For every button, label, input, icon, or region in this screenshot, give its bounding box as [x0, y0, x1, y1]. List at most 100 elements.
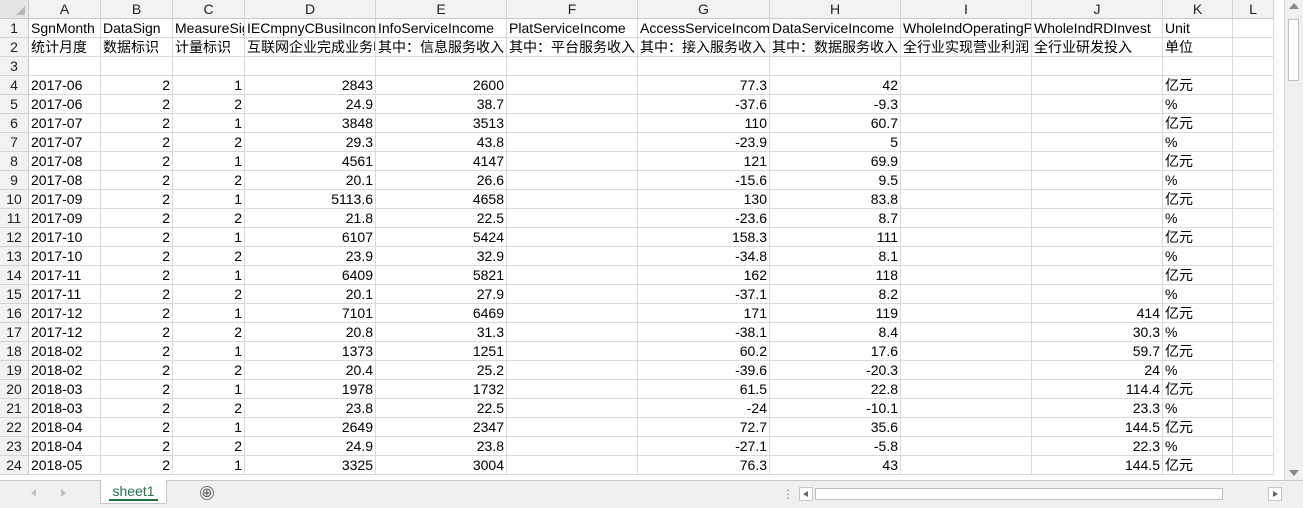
- row-header-5[interactable]: 5: [0, 95, 29, 114]
- cell-i14[interactable]: [901, 266, 1032, 285]
- cell-h5[interactable]: -9.3: [770, 95, 901, 114]
- next-sheet-icon[interactable]: [61, 489, 66, 497]
- cell-d9[interactable]: 20.1: [245, 171, 376, 190]
- row-header-17[interactable]: 17: [0, 323, 29, 342]
- cell-f6[interactable]: [507, 114, 638, 133]
- cell-e3[interactable]: [376, 57, 507, 76]
- row-header-8[interactable]: 8: [0, 152, 29, 171]
- cell-k20[interactable]: 亿元: [1163, 380, 1233, 399]
- cell-d20[interactable]: 1978: [245, 380, 376, 399]
- cell-i15[interactable]: [901, 285, 1032, 304]
- row-header-10[interactable]: 10: [0, 190, 29, 209]
- cell-c18[interactable]: 1: [173, 342, 245, 361]
- cell-b13[interactable]: 2: [101, 247, 173, 266]
- cell-l13[interactable]: [1233, 247, 1274, 266]
- cell-k17[interactable]: %: [1163, 323, 1233, 342]
- cell-f8[interactable]: [507, 152, 638, 171]
- cell-a14[interactable]: 2017-11: [29, 266, 101, 285]
- cell-e5[interactable]: 38.7: [376, 95, 507, 114]
- spreadsheet-grid[interactable]: ABCDEFGHIJKL 1SgnMonthDataSignMeasureSig…: [0, 0, 1303, 480]
- cell-e19[interactable]: 25.2: [376, 361, 507, 380]
- cell-b14[interactable]: 2: [101, 266, 173, 285]
- cell-c9[interactable]: 2: [173, 171, 245, 190]
- column-header-l[interactable]: L: [1233, 0, 1274, 19]
- cell-h7[interactable]: 5: [770, 133, 901, 152]
- cell-a20[interactable]: 2018-03: [29, 380, 101, 399]
- cell-i2[interactable]: 全行业实现营业利润: [901, 38, 1032, 57]
- add-sheet-icon[interactable]: ⊕: [200, 486, 214, 500]
- cell-d17[interactable]: 20.8: [245, 323, 376, 342]
- cell-e23[interactable]: 23.8: [376, 437, 507, 456]
- cell-e12[interactable]: 5424: [376, 228, 507, 247]
- cell-k12[interactable]: 亿元: [1163, 228, 1233, 247]
- column-header-h[interactable]: H: [770, 0, 901, 19]
- cell-g23[interactable]: -27.1: [638, 437, 770, 456]
- cell-j21[interactable]: 23.3: [1032, 399, 1163, 418]
- cell-f13[interactable]: [507, 247, 638, 266]
- cell-b21[interactable]: 2: [101, 399, 173, 418]
- cell-b7[interactable]: 2: [101, 133, 173, 152]
- row-header-11[interactable]: 11: [0, 209, 29, 228]
- row-header-6[interactable]: 6: [0, 114, 29, 133]
- cell-g24[interactable]: 76.3: [638, 456, 770, 475]
- cell-e11[interactable]: 22.5: [376, 209, 507, 228]
- cell-k11[interactable]: %: [1163, 209, 1233, 228]
- cell-d22[interactable]: 2649: [245, 418, 376, 437]
- tab-sheet1[interactable]: sheet1: [100, 480, 167, 504]
- cell-h23[interactable]: -5.8: [770, 437, 901, 456]
- column-header-c[interactable]: C: [173, 0, 245, 19]
- row-header-19[interactable]: 19: [0, 361, 29, 380]
- scroll-up-icon[interactable]: [1289, 3, 1299, 9]
- cell-g6[interactable]: 110: [638, 114, 770, 133]
- cell-k13[interactable]: %: [1163, 247, 1233, 266]
- column-header-i[interactable]: I: [901, 0, 1032, 19]
- cell-g5[interactable]: -37.6: [638, 95, 770, 114]
- cell-f18[interactable]: [507, 342, 638, 361]
- cell-b10[interactable]: 2: [101, 190, 173, 209]
- cell-k6[interactable]: 亿元: [1163, 114, 1233, 133]
- row-header-22[interactable]: 22: [0, 418, 29, 437]
- cell-d8[interactable]: 4561: [245, 152, 376, 171]
- cell-b19[interactable]: 2: [101, 361, 173, 380]
- cell-k21[interactable]: %: [1163, 399, 1233, 418]
- cell-j8[interactable]: [1032, 152, 1163, 171]
- cell-g17[interactable]: -38.1: [638, 323, 770, 342]
- row-header-4[interactable]: 4: [0, 76, 29, 95]
- horizontal-scrollbar[interactable]: [799, 487, 1282, 501]
- cell-h6[interactable]: 60.7: [770, 114, 901, 133]
- cell-a23[interactable]: 2018-04: [29, 437, 101, 456]
- cell-d16[interactable]: 7101: [245, 304, 376, 323]
- cell-e10[interactable]: 4658: [376, 190, 507, 209]
- cell-a6[interactable]: 2017-07: [29, 114, 101, 133]
- vertical-scroll-thumb[interactable]: [1288, 19, 1299, 81]
- row-header-3[interactable]: 3: [0, 57, 29, 76]
- scroll-down-icon[interactable]: [1289, 470, 1299, 476]
- cell-d24[interactable]: 3325: [245, 456, 376, 475]
- cell-c20[interactable]: 1: [173, 380, 245, 399]
- cell-k14[interactable]: 亿元: [1163, 266, 1233, 285]
- cell-h13[interactable]: 8.1: [770, 247, 901, 266]
- cell-b16[interactable]: 2: [101, 304, 173, 323]
- cell-b3[interactable]: [101, 57, 173, 76]
- cell-f9[interactable]: [507, 171, 638, 190]
- cell-a8[interactable]: 2017-08: [29, 152, 101, 171]
- cell-i4[interactable]: [901, 76, 1032, 95]
- cell-i13[interactable]: [901, 247, 1032, 266]
- column-header-b[interactable]: B: [101, 0, 173, 19]
- cell-l1[interactable]: [1233, 19, 1274, 38]
- cell-a3[interactable]: [29, 57, 101, 76]
- cell-b8[interactable]: 2: [101, 152, 173, 171]
- scroll-right-icon[interactable]: [1268, 487, 1282, 501]
- cell-b9[interactable]: 2: [101, 171, 173, 190]
- cell-h18[interactable]: 17.6: [770, 342, 901, 361]
- cell-e17[interactable]: 31.3: [376, 323, 507, 342]
- column-header-k[interactable]: K: [1163, 0, 1233, 19]
- cell-g21[interactable]: -24: [638, 399, 770, 418]
- cell-j10[interactable]: [1032, 190, 1163, 209]
- cell-b1[interactable]: DataSign: [101, 19, 173, 38]
- cell-c8[interactable]: 1: [173, 152, 245, 171]
- cell-h11[interactable]: 8.7: [770, 209, 901, 228]
- cell-h14[interactable]: 118: [770, 266, 901, 285]
- cell-j13[interactable]: [1032, 247, 1163, 266]
- row-header-18[interactable]: 18: [0, 342, 29, 361]
